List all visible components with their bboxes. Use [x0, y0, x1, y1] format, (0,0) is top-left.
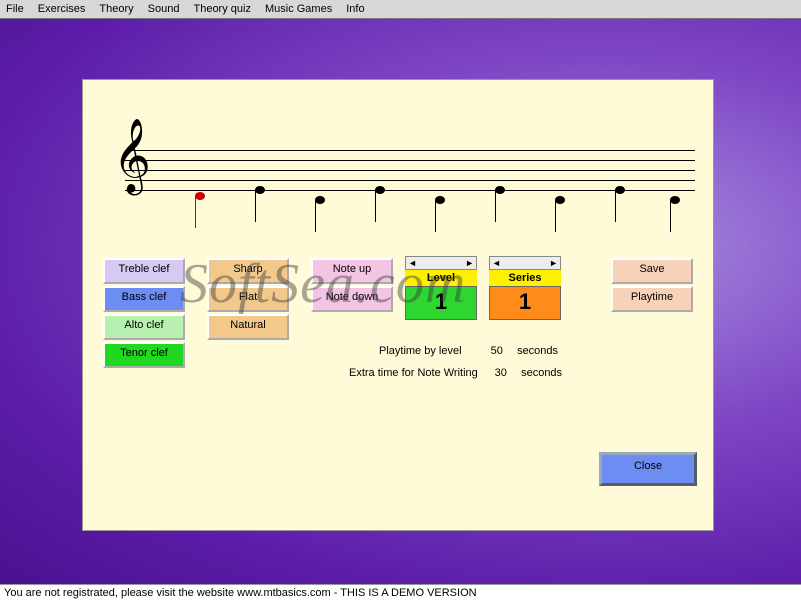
note-6[interactable] — [495, 186, 505, 194]
level-label: Level — [405, 270, 477, 286]
menu-theory-quiz[interactable]: Theory quiz — [193, 3, 250, 15]
menu-exercises[interactable]: Exercises — [38, 3, 86, 15]
tenor-clef-button[interactable]: Tenor clef — [103, 342, 185, 368]
note-2[interactable] — [255, 186, 265, 194]
music-staff: 𝄞 — [95, 120, 700, 210]
extra-time-label: Extra time for Note Writing — [349, 367, 478, 379]
extra-time-input[interactable] — [481, 366, 509, 381]
menu-info[interactable]: Info — [346, 3, 364, 15]
sharp-button[interactable]: Sharp — [207, 258, 289, 284]
note-up-button[interactable]: Note up — [311, 258, 393, 284]
flat-button[interactable]: Flat — [207, 286, 289, 312]
series-label: Series — [489, 270, 561, 286]
menu-sound[interactable]: Sound — [148, 3, 180, 15]
extra-time-unit: seconds — [521, 367, 562, 379]
treble-clef-icon: 𝄞 — [113, 124, 151, 188]
level-value: 1 — [405, 286, 477, 320]
treble-clef-button[interactable]: Treble clef — [103, 258, 185, 284]
series-selector: ◄ ► Series 1 — [489, 256, 561, 320]
series-scroll[interactable]: ◄ ► — [489, 256, 561, 270]
note-8[interactable] — [615, 186, 625, 194]
save-button[interactable]: Save — [611, 258, 693, 284]
level-selector: ◄ ► Level 1 — [405, 256, 477, 320]
app-background: 𝄞 Treble clef Bass clef Alto clef Tenor … — [0, 19, 801, 584]
note-down-button[interactable]: Note down — [311, 286, 393, 312]
series-value: 1 — [489, 286, 561, 320]
note-7[interactable] — [555, 196, 565, 204]
level-scroll[interactable]: ◄ ► — [405, 256, 477, 270]
playtime-by-level-label: Playtime by level — [379, 345, 462, 357]
bass-clef-button[interactable]: Bass clef — [103, 286, 185, 312]
natural-button[interactable]: Natural — [207, 314, 289, 340]
menu-file[interactable]: File — [6, 3, 24, 15]
note-4[interactable] — [375, 186, 385, 194]
menu-theory[interactable]: Theory — [99, 3, 133, 15]
extra-time-row: Extra time for Note Writing seconds — [349, 366, 562, 381]
menu-music-games[interactable]: Music Games — [265, 3, 332, 15]
playtime-by-level-input[interactable] — [477, 344, 505, 359]
note-9[interactable] — [670, 196, 680, 204]
arrow-left-icon[interactable]: ◄ — [408, 258, 417, 268]
arrow-right-icon[interactable]: ► — [549, 258, 558, 268]
close-button[interactable]: Close — [599, 452, 697, 486]
playtime-unit: seconds — [517, 345, 558, 357]
arrow-left-icon[interactable]: ◄ — [492, 258, 501, 268]
status-bar: You are not registrated, please visit th… — [0, 584, 801, 602]
playtime-row: Playtime by level seconds — [379, 344, 558, 359]
playtime-button[interactable]: Playtime — [611, 286, 693, 312]
main-panel: 𝄞 Treble clef Bass clef Alto clef Tenor … — [82, 79, 714, 531]
menu-bar: File Exercises Theory Sound Theory quiz … — [0, 0, 801, 19]
alto-clef-button[interactable]: Alto clef — [103, 314, 185, 340]
note-3[interactable] — [315, 196, 325, 204]
note-5[interactable] — [435, 196, 445, 204]
arrow-right-icon[interactable]: ► — [465, 258, 474, 268]
note-1[interactable] — [195, 192, 205, 200]
staff-lines — [125, 150, 695, 190]
